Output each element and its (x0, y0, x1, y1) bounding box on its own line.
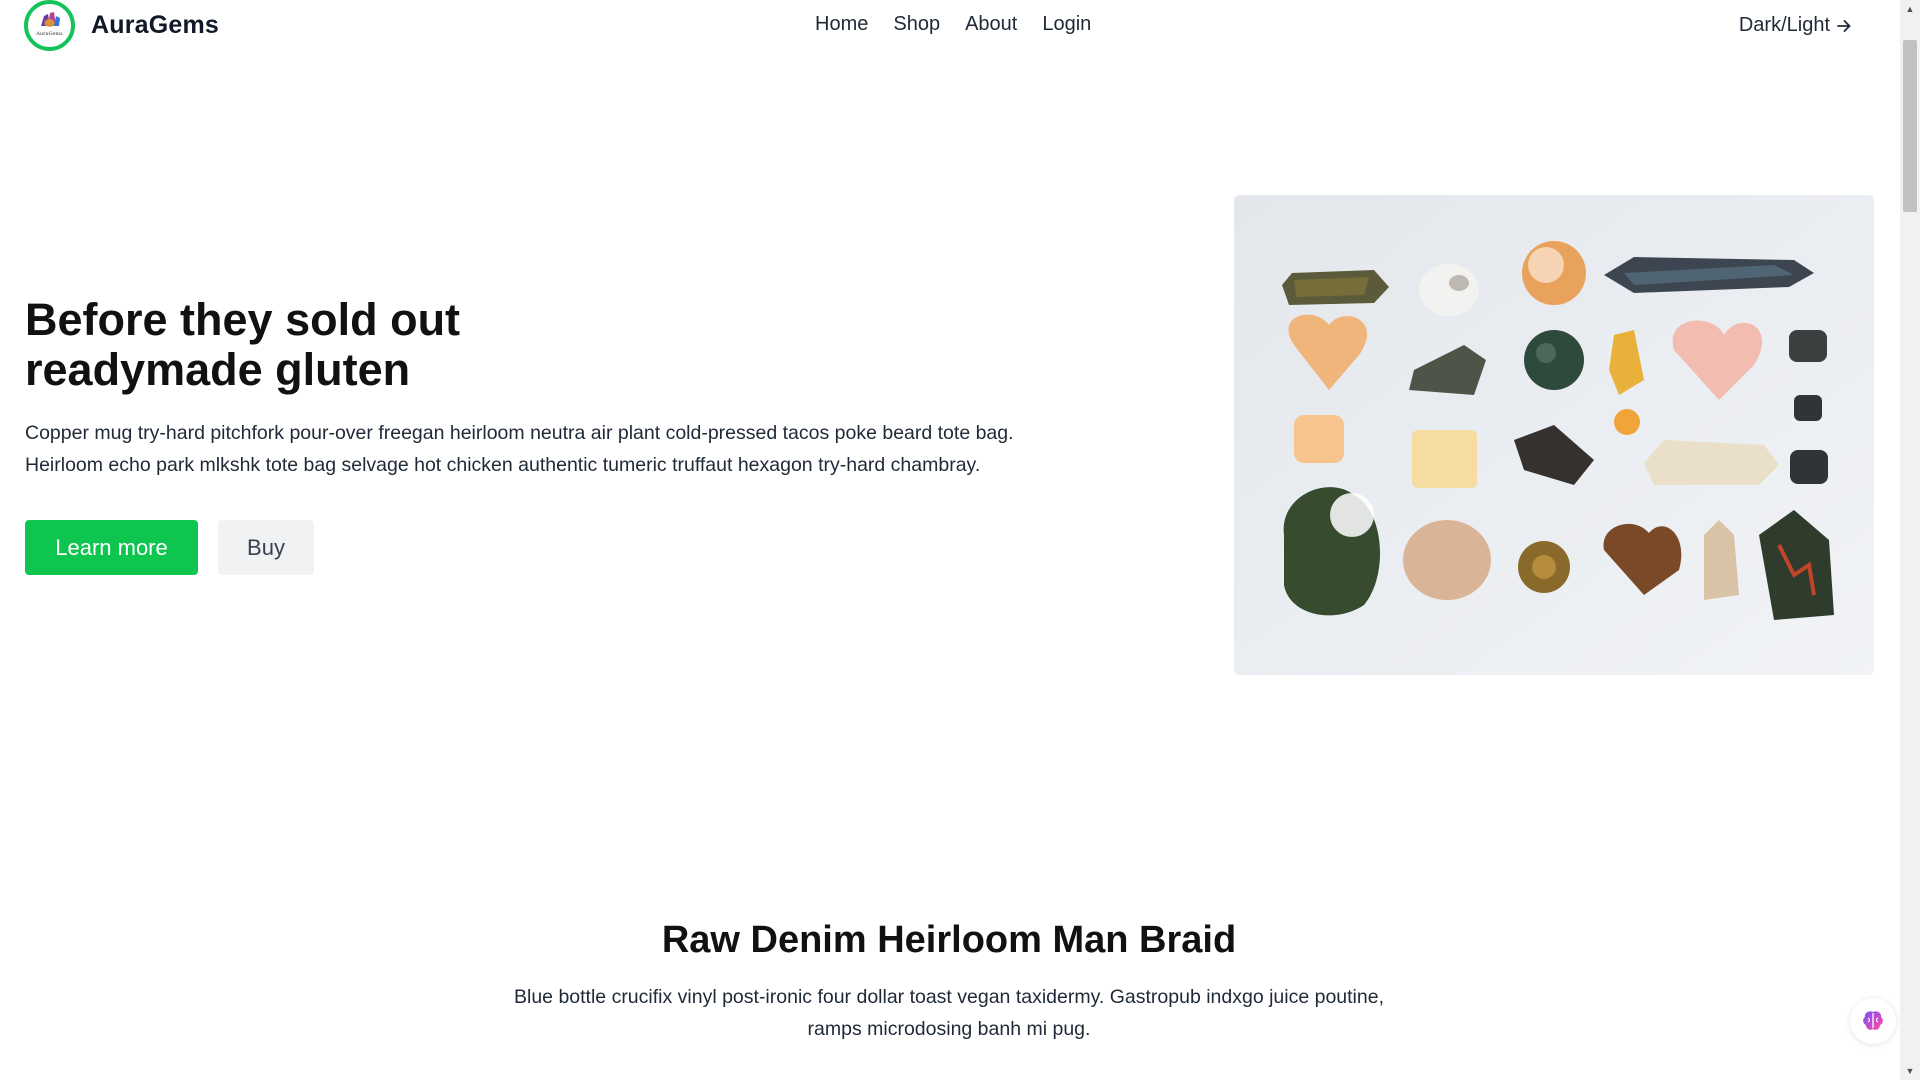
scroll-up-arrow-icon[interactable]: ▲ (1900, 0, 1920, 18)
theme-toggle-button[interactable]: Dark/Light (1733, 13, 1858, 38)
buy-button[interactable]: Buy (218, 520, 314, 575)
section-text-line2: ramps microdosing banh mi pug. (807, 1018, 1091, 1040)
nav-home[interactable]: Home (815, 13, 868, 36)
section-description: Blue bottle crucifix vinyl post-ironic f… (474, 981, 1424, 1045)
arrow-right-icon (1837, 19, 1851, 32)
gem-logo-icon: AuraGems (28, 4, 71, 47)
hero-text-line1: Copper mug try-hard pitchfork pour-over … (25, 422, 1014, 444)
brand-name: AuraGems (91, 11, 220, 39)
nav-login[interactable]: Login (1042, 13, 1091, 36)
hero-text-line2: Heirloom echo park mlkshk tote bag selva… (25, 454, 981, 476)
section-title: Raw Denim Heirloom Man Braid (661, 919, 1237, 961)
main-nav: Home Shop About Login (815, 13, 1091, 36)
nav-shop[interactable]: Shop (893, 13, 940, 36)
hero-description: Copper mug try-hard pitchfork pour-over … (25, 417, 1085, 481)
hero-title-line1: Before they sold out (25, 294, 461, 345)
nav-about[interactable]: About (965, 13, 1017, 36)
assistant-float-button[interactable] (1850, 998, 1896, 1044)
crystals-photo (1234, 195, 1874, 675)
learn-more-button[interactable]: Learn more (25, 520, 198, 575)
hero-title: Before they sold out readymade gluten (25, 295, 585, 395)
site-header: AuraGems AuraGems Home Shop About Login … (0, 0, 1898, 54)
section-text-line1: Blue bottle crucifix vinyl post-ironic f… (514, 986, 1384, 1008)
scrollbar-thumb[interactable] (1903, 40, 1917, 212)
brand-logo: AuraGems (24, 0, 75, 51)
scroll-down-arrow-icon[interactable]: ▼ (1900, 1062, 1920, 1080)
brand-link[interactable]: AuraGems AuraGems (24, 0, 219, 51)
hero-image (1234, 195, 1874, 675)
page-scrollbar[interactable]: ▲ ▼ (1900, 0, 1920, 1080)
theme-toggle-label: Dark/Light (1738, 14, 1830, 36)
brain-icon (1863, 1011, 1883, 1030)
hero-title-line2: readymade gluten (25, 344, 411, 395)
svg-text:AuraGems: AuraGems (35, 31, 63, 37)
